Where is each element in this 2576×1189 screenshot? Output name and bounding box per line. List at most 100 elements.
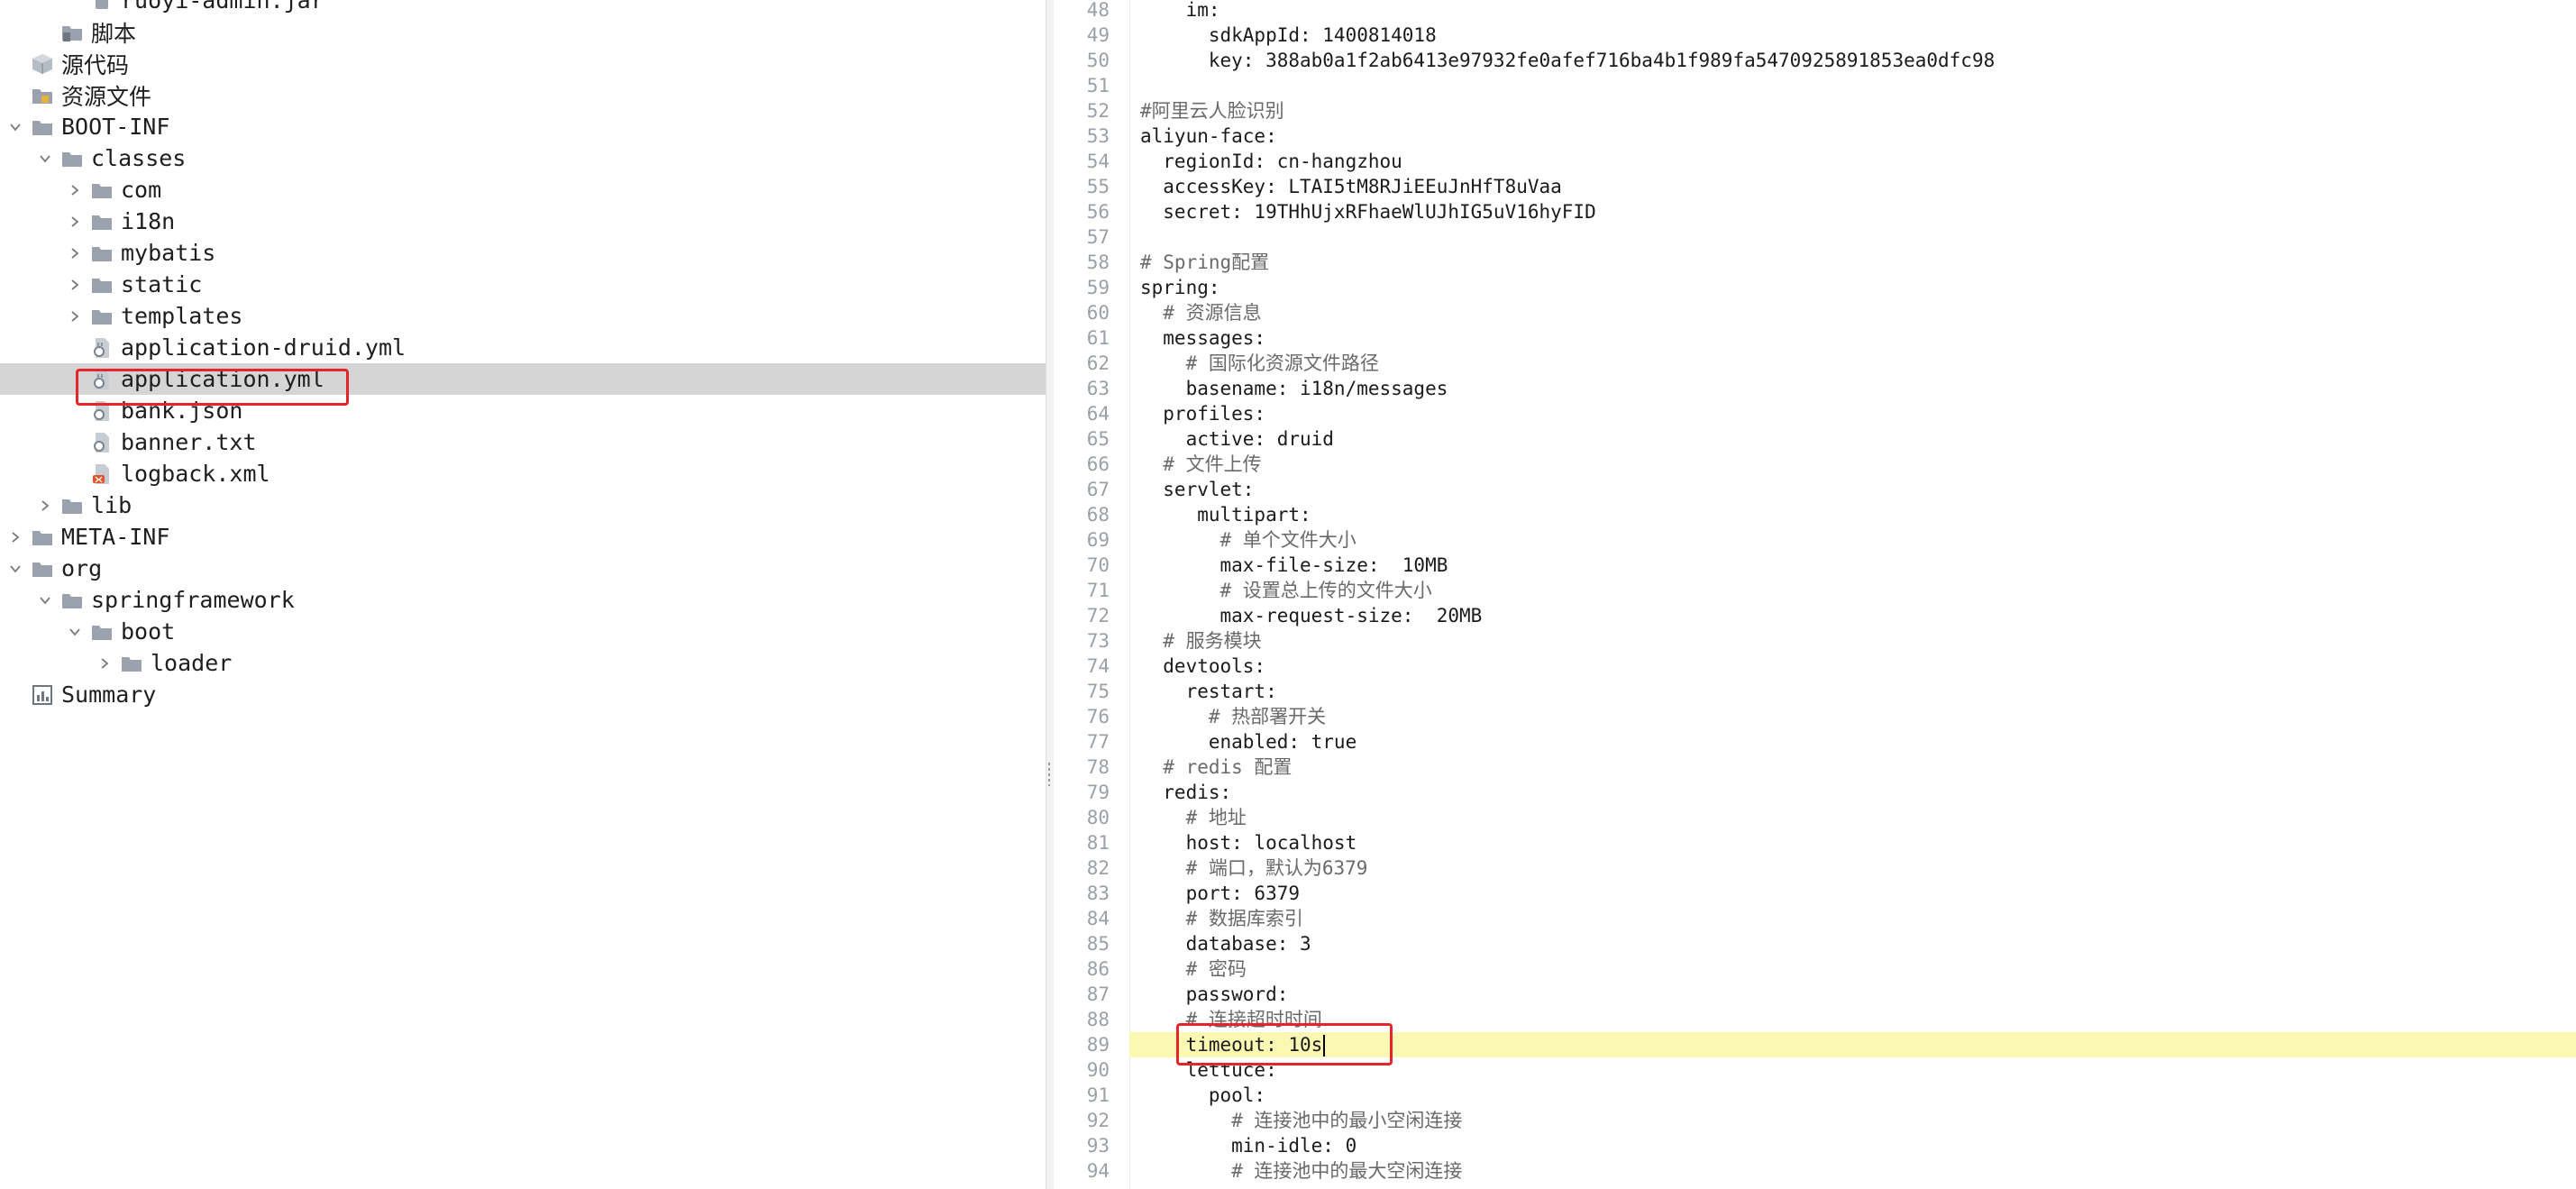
tree-item-label: static [121, 271, 203, 297]
code-line[interactable]: secret: 19THhUjxRFhaeWlUJhIG5uV16hyFID [1140, 199, 1595, 224]
tree-item-[interactable]: 资源文件 [0, 79, 1046, 111]
code-line[interactable]: #阿里云人脸识别 [1140, 98, 1284, 123]
tree-item-lib[interactable]: lib [0, 489, 1046, 521]
line-number: 85 [1086, 933, 1110, 955]
chevron-down-icon[interactable] [37, 142, 53, 174]
code-line[interactable]: # 热部署开关 [1140, 704, 1326, 729]
tree-item-[interactable]: 源代码 [0, 48, 1046, 79]
tree-item-label: i18n [121, 208, 176, 234]
tree-item-label: springframework [91, 587, 295, 613]
code-line[interactable]: port: 6379 [1140, 881, 1300, 906]
code-line[interactable]: # 设置总上传的文件大小 [1140, 578, 1432, 603]
code-line[interactable]: spring: [1140, 275, 1220, 300]
line-number: 88 [1086, 1009, 1110, 1030]
line-number: 60 [1086, 302, 1110, 324]
tree-item-meta-inf[interactable]: META-INF [0, 521, 1046, 553]
line-number: 93 [1086, 1135, 1110, 1157]
chevron-right-icon[interactable] [67, 237, 83, 269]
code-line[interactable]: # 国际化资源文件路径 [1140, 351, 1379, 376]
tree-item-summary[interactable]: Summary [0, 679, 1046, 710]
code-line[interactable]: # 连接池中的最小空闲连接 [1140, 1108, 1462, 1133]
code-line[interactable]: restart: [1140, 679, 1277, 704]
line-number: 57 [1086, 226, 1110, 248]
line-number: 64 [1086, 403, 1110, 425]
tree-item-mybatis[interactable]: mybatis [0, 237, 1046, 269]
chevron-right-icon[interactable] [67, 174, 83, 206]
folder-icon [90, 620, 114, 644]
code-line[interactable]: database: 3 [1140, 931, 1311, 956]
line-number: 84 [1086, 908, 1110, 929]
code-line[interactable]: regionId: cn-hangzhou [1140, 149, 1402, 174]
code-line[interactable]: servlet: [1140, 477, 1254, 502]
chevron-right-icon[interactable] [67, 269, 83, 300]
tree-item-[interactable]: 脚本 [0, 16, 1046, 48]
tree-item-banner-txt[interactable]: banner.txt [0, 426, 1046, 458]
tree-item-templates[interactable]: templates [0, 300, 1046, 332]
code-line[interactable]: # 服务模块 [1140, 628, 1261, 654]
tree-item-label: BOOT-INF [61, 114, 170, 140]
line-number: 94 [1086, 1160, 1110, 1182]
line-number: 66 [1086, 453, 1110, 475]
code-line[interactable]: max-file-size: 10MB [1140, 553, 1448, 578]
tree-item-org[interactable]: org [0, 553, 1046, 584]
code-line[interactable]: im: [1140, 0, 1220, 23]
code-line[interactable]: devtools: [1140, 654, 1265, 679]
tree-item-classes[interactable]: classes [0, 142, 1046, 174]
chevron-down-icon[interactable] [7, 111, 23, 142]
tree-item-static[interactable]: static [0, 269, 1046, 300]
tree-item-springframework[interactable]: springframework [0, 584, 1046, 616]
code-line[interactable]: max-request-size: 20MB [1140, 603, 1483, 628]
tree-item-loader[interactable]: loader [0, 647, 1046, 679]
line-number: 75 [1086, 681, 1110, 702]
code-line[interactable]: multipart: [1140, 502, 1311, 527]
tree-item-logback-xml[interactable]: logback.xml [0, 458, 1046, 489]
line-number: 65 [1086, 428, 1110, 450]
chevron-down-icon[interactable] [7, 553, 23, 584]
code-line[interactable]: profiles: [1140, 401, 1265, 426]
tree-item-application-druid-yml[interactable]: application-druid.yml [0, 332, 1046, 363]
tree-item-i18n[interactable]: i18n [0, 206, 1046, 237]
code-line[interactable]: # 地址 [1140, 805, 1247, 830]
chevron-down-icon[interactable] [67, 616, 83, 647]
code-editor[interactable]: 48 49 50 51 52 53 54 55 56 57 58 59 60 61 62 63 64 65 66 67… [1054, 0, 2576, 1189]
code-line[interactable]: # redis 配置 [1140, 755, 1292, 780]
chevron-down-icon[interactable] [37, 584, 53, 616]
code-line[interactable]: aliyun-face: [1140, 123, 1277, 149]
chevron-right-icon[interactable] [67, 300, 83, 332]
code-line[interactable]: pool: [1140, 1083, 1265, 1108]
code-line[interactable]: messages: [1140, 325, 1265, 351]
code-line[interactable]: enabled: true [1140, 729, 1357, 755]
chevron-right-icon[interactable] [96, 647, 113, 679]
code-line[interactable]: # 连接池中的最大空闲连接 [1140, 1158, 1462, 1184]
code-line[interactable]: basename: i18n/messages [1140, 376, 1448, 401]
divider-grip-icon[interactable] [1048, 763, 1050, 786]
code-line[interactable]: accessKey: LTAI5tM8RJiEEuJnHfT8uVaa [1140, 174, 1562, 199]
code-line[interactable]: redis: [1140, 780, 1231, 805]
tree-item-ruoyi-admin-jar[interactable]: ruoyi-admin.jar [0, 0, 1046, 16]
annotation-box-application-yml [76, 369, 349, 406]
code-line[interactable]: # 单个文件大小 [1140, 527, 1357, 553]
chevron-right-icon[interactable] [37, 489, 53, 521]
chevron-right-icon[interactable] [7, 521, 23, 553]
folder-icon [60, 589, 84, 612]
chevron-right-icon[interactable] [67, 206, 83, 237]
code-line[interactable]: sdkAppId: 1400814018 [1140, 23, 1437, 48]
code-line[interactable]: # 端口，默认为6379 [1140, 855, 1368, 881]
code-line[interactable]: min-idle: 0 [1140, 1133, 1357, 1158]
tree-item-label: classes [91, 145, 187, 171]
tree-item-boot-inf[interactable]: BOOT-INF [0, 111, 1046, 142]
code-line[interactable]: # 密码 [1140, 956, 1247, 982]
tree-item-boot[interactable]: boot [0, 616, 1046, 647]
code-line[interactable]: # Spring配置 [1140, 250, 1269, 275]
code-line[interactable]: password: [1140, 982, 1289, 1007]
code-line[interactable]: host: localhost [1140, 830, 1357, 855]
code-line[interactable]: active: druid [1140, 426, 1334, 452]
code-line[interactable]: # 文件上传 [1140, 452, 1261, 477]
code-line[interactable]: key: 388ab0a1f2ab6413e97932fe0afef716ba4… [1140, 48, 1995, 73]
code-line[interactable]: # 资源信息 [1140, 300, 1261, 325]
code-line[interactable]: # 数据库索引 [1140, 906, 1303, 931]
tree-item-com[interactable]: com [0, 174, 1046, 206]
